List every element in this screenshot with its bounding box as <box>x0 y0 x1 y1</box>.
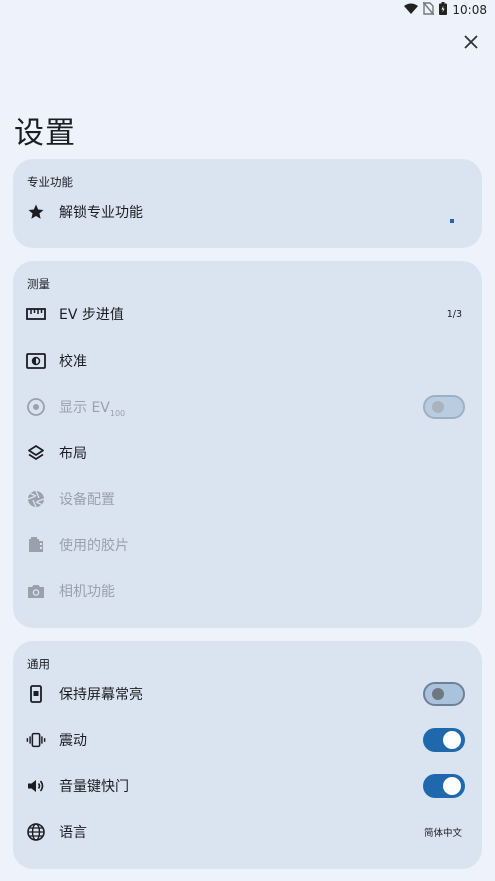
vibration-toggle[interactable] <box>423 728 465 752</box>
section-title-pro: 专业功能 <box>27 175 73 189</box>
close-icon <box>464 34 478 53</box>
language-item[interactable]: 语言 简体中文 <box>13 810 482 854</box>
device-config-label: 设备配置 <box>59 492 115 508</box>
volume-icon <box>26 776 46 796</box>
pro-features-card: 专业功能 解锁专业功能 <box>13 159 482 248</box>
vibration-item[interactable]: 震动 <box>13 718 482 762</box>
no-sim-icon <box>422 1 435 18</box>
film-used-label: 使用的胶片 <box>59 538 129 554</box>
ev-step-item[interactable]: EV 步进值 1/3 <box>13 292 482 336</box>
volume-shutter-toggle[interactable] <box>423 774 465 798</box>
camera-icon <box>26 581 46 601</box>
section-title-general: 通用 <box>27 657 50 671</box>
calibration-icon <box>26 351 46 371</box>
toggle-knob <box>432 401 444 413</box>
status-time: 10:08 <box>452 3 487 17</box>
vibration-icon <box>26 730 46 750</box>
loading-indicator <box>450 219 454 223</box>
show-ev100-item[interactable]: 显示 EV100 <box>13 385 482 429</box>
target-icon <box>26 397 46 417</box>
metering-card: 测量 EV 步进值 1/3 校准 显示 EV100 布局 设备配置 使用的胶片 … <box>13 261 482 628</box>
phone-screen-icon <box>26 684 46 704</box>
unlock-pro-item[interactable]: 解锁专业功能 <box>13 190 482 234</box>
unlock-pro-label: 解锁专业功能 <box>59 205 143 221</box>
film-icon <box>26 535 46 555</box>
status-icons: 10:08 <box>404 1 487 18</box>
general-card: 通用 保持屏幕常亮 震动 音量键快门 语言 简体中文 <box>13 641 482 869</box>
layers-icon <box>26 443 46 463</box>
ev-step-value: 1/3 <box>446 308 462 320</box>
keep-screen-on-item[interactable]: 保持屏幕常亮 <box>13 672 482 716</box>
ev-step-label: EV 步进值 <box>59 307 124 323</box>
calibration-item[interactable]: 校准 <box>13 339 482 383</box>
star-icon <box>26 202 46 222</box>
film-used-item[interactable]: 使用的胶片 <box>13 523 482 567</box>
camera-features-item[interactable]: 相机功能 <box>13 569 482 613</box>
wifi-icon <box>404 3 419 18</box>
layout-label: 布局 <box>59 446 87 462</box>
show-ev100-toggle[interactable] <box>423 395 465 419</box>
device-config-item[interactable]: 设备配置 <box>13 477 482 521</box>
ruler-icon <box>26 304 46 324</box>
battery-icon <box>439 2 448 18</box>
layout-item[interactable]: 布局 <box>13 431 482 475</box>
page-title: 设置 <box>14 116 76 151</box>
keep-screen-on-toggle[interactable] <box>423 682 465 706</box>
close-button[interactable] <box>459 31 483 55</box>
toggle-knob <box>443 731 461 749</box>
volume-shutter-label: 音量键快门 <box>59 779 129 795</box>
calibration-label: 校准 <box>59 354 87 370</box>
toggle-knob <box>443 777 461 795</box>
volume-shutter-item[interactable]: 音量键快门 <box>13 764 482 808</box>
keep-screen-on-label: 保持屏幕常亮 <box>59 687 143 703</box>
status-bar: 10:08 <box>0 0 495 20</box>
show-ev100-label: 显示 EV100 <box>59 399 126 418</box>
camera-features-label: 相机功能 <box>59 584 115 600</box>
toggle-knob <box>432 688 444 700</box>
aperture-icon <box>26 489 46 509</box>
section-title-metering: 测量 <box>27 277 50 291</box>
globe-icon <box>26 822 46 842</box>
vibration-label: 震动 <box>59 733 87 749</box>
ev100-subscript: 100 <box>109 408 126 418</box>
language-value: 简体中文 <box>423 828 462 839</box>
language-label: 语言 <box>59 825 87 841</box>
